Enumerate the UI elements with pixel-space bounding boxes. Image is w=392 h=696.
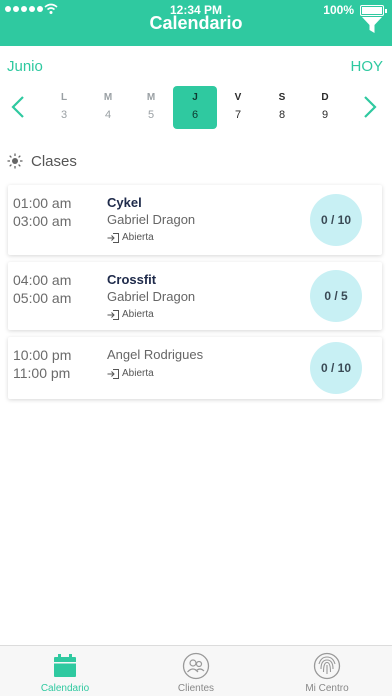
- app-header: 12:34 PM 100% Calendario: [0, 0, 392, 46]
- trainer-name: Gabriel Dragon: [107, 212, 196, 227]
- chevron-left-icon[interactable]: [10, 95, 26, 119]
- page-title: Calendario: [149, 13, 243, 33]
- day-cell-selected[interactable]: J 6: [173, 86, 217, 129]
- day-number: 6: [191, 109, 199, 121]
- tab-calendario[interactable]: Calendario: [0, 646, 130, 696]
- start-time: 10:00 pm: [13, 347, 72, 363]
- class-name: Crossfit: [107, 272, 157, 287]
- month-label: Junio: [7, 58, 43, 75]
- end-time: 05:00 am: [13, 290, 72, 306]
- end-time: 03:00 am: [13, 213, 72, 229]
- class-status: Abierta: [107, 368, 154, 379]
- enter-icon: [107, 232, 119, 243]
- tab-mi-centro[interactable]: Mi Centro: [262, 646, 392, 696]
- day-letter: V: [234, 92, 242, 103]
- class-card[interactable]: 04:00 am 05:00 am Crossfit Gabriel Drago…: [8, 262, 382, 330]
- sun-icon: [7, 153, 23, 169]
- tab-clientes[interactable]: Clientes: [131, 646, 261, 696]
- start-time: 04:00 am: [13, 272, 72, 288]
- filter-icon[interactable]: [361, 16, 383, 34]
- trainer-name: Gabriel Dragon: [107, 289, 196, 304]
- enter-icon: [107, 309, 119, 320]
- end-time: 11:00 pm: [13, 365, 71, 381]
- day-letter: J: [192, 92, 198, 103]
- tab-label: Calendario: [40, 683, 90, 694]
- capacity-badge: 0 / 10: [310, 342, 362, 394]
- trainer-name: Angel Rodrigues: [107, 347, 204, 362]
- day-number: 8: [278, 109, 286, 121]
- section-title: Clases: [31, 153, 77, 170]
- day-number: 3: [60, 109, 68, 121]
- class-card[interactable]: 01:00 am 03:00 am Cykel Gabriel Dragon A…: [8, 185, 382, 255]
- day-number: 9: [321, 109, 329, 121]
- day-letter: S: [278, 92, 286, 103]
- day-cell[interactable]: M 4: [86, 86, 130, 129]
- day-cell[interactable]: D 9: [303, 86, 347, 129]
- class-card[interactable]: 10:00 pm 11:00 pm Angel Rodrigues Abiert…: [8, 337, 382, 399]
- class-status: Abierta: [107, 232, 154, 243]
- day-letter: M: [103, 92, 113, 103]
- status-label: Abierta: [122, 368, 154, 379]
- capacity-badge: 0 / 10: [310, 194, 362, 246]
- class-name: Cykel: [107, 195, 142, 210]
- tab-bar: Calendario Clientes Mi Centro: [0, 645, 392, 696]
- chevron-right-icon[interactable]: [362, 95, 378, 119]
- day-cell[interactable]: S 8: [260, 86, 304, 129]
- users-icon: [182, 652, 210, 680]
- day-cell[interactable]: M 5: [129, 86, 173, 129]
- status-label: Abierta: [122, 232, 154, 243]
- calendar-icon: [54, 654, 76, 677]
- today-button[interactable]: HOY: [350, 58, 383, 75]
- enter-icon: [107, 368, 119, 379]
- class-status: Abierta: [107, 309, 154, 320]
- day-number: 4: [104, 109, 112, 121]
- tab-label: Mi Centro: [305, 683, 349, 694]
- fingerprint-icon: [313, 652, 341, 680]
- day-cell[interactable]: L 3: [42, 86, 86, 129]
- day-number: 7: [234, 109, 242, 121]
- day-letter: L: [60, 92, 68, 103]
- start-time: 01:00 am: [13, 195, 72, 211]
- day-letter: D: [321, 92, 329, 103]
- day-number: 5: [147, 109, 155, 121]
- day-letter: M: [146, 92, 156, 103]
- status-label: Abierta: [122, 309, 154, 320]
- day-cell[interactable]: V 7: [216, 86, 260, 129]
- capacity-badge: 0 / 5: [310, 270, 362, 322]
- tab-label: Clientes: [177, 683, 215, 694]
